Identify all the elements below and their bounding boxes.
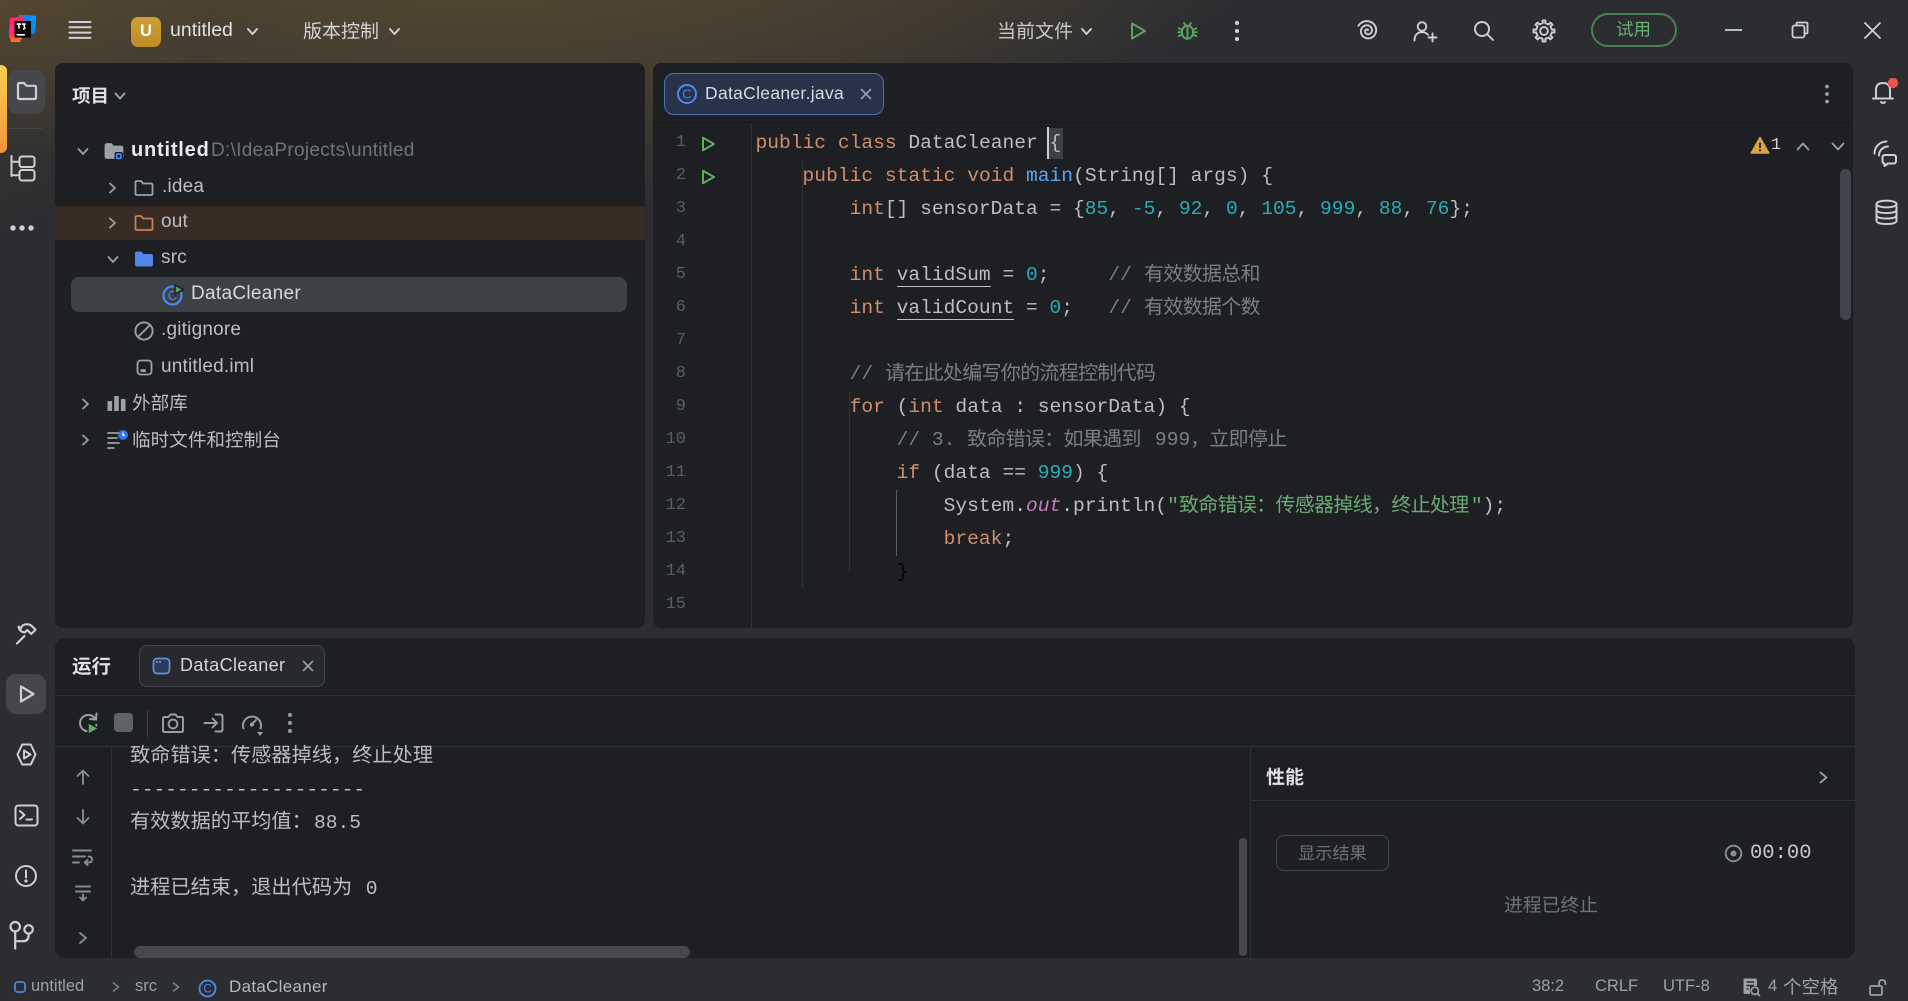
- svg-text:C: C: [203, 984, 211, 996]
- svg-text:C: C: [682, 87, 691, 102]
